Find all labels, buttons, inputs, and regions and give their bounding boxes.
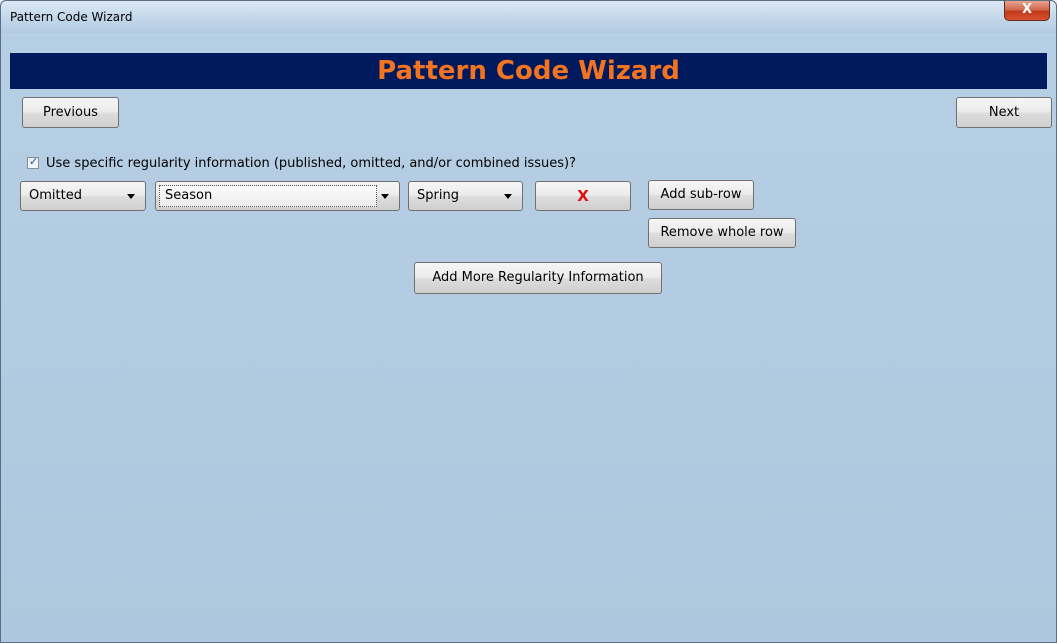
unit-focus-box: Season [159,185,377,207]
add-more-regularity-button[interactable]: Add More Regularity Information [414,262,662,294]
next-label: Next [988,105,1020,120]
add-more-regularity-label: Add More Regularity Information [432,270,644,285]
remove-whole-row-button[interactable]: Remove whole row [648,218,796,248]
chevron-down-icon [127,194,135,199]
close-icon: X [1021,2,1033,17]
regularity-checkbox-label: Use specific regularity information (pub… [46,156,576,171]
close-button[interactable]: X [1004,1,1050,21]
previous-button[interactable]: Previous [22,97,119,128]
add-subrow-button[interactable]: Add sub-row [648,180,754,210]
wizard-window: Pattern Code Wizard X [0,0,1057,643]
title-bar[interactable]: Pattern Code Wizard X [1,1,1056,33]
check-icon: ✓ [29,155,39,168]
window-title: Pattern Code Wizard [10,10,133,24]
add-subrow-label: Add sub-row [660,187,742,202]
remove-whole-row-label: Remove whole row [660,225,784,240]
regularity-type-value: Omitted [29,188,82,203]
chevron-down-icon [381,194,389,199]
remove-subrow-button[interactable]: X [535,181,631,211]
chevron-down-icon [504,194,512,199]
previous-label: Previous [43,105,98,120]
regularity-season-select[interactable]: Spring [408,181,523,211]
regularity-unit-select[interactable]: Season [155,181,400,211]
page-header: Pattern Code Wizard [10,53,1047,89]
regularity-type-select[interactable]: Omitted [20,181,146,211]
regularity-season-value: Spring [417,188,459,203]
remove-x-icon: X [577,187,589,205]
regularity-unit-value: Season [165,188,213,203]
next-button[interactable]: Next [956,97,1052,128]
regularity-checkbox[interactable]: ✓ [27,155,39,169]
